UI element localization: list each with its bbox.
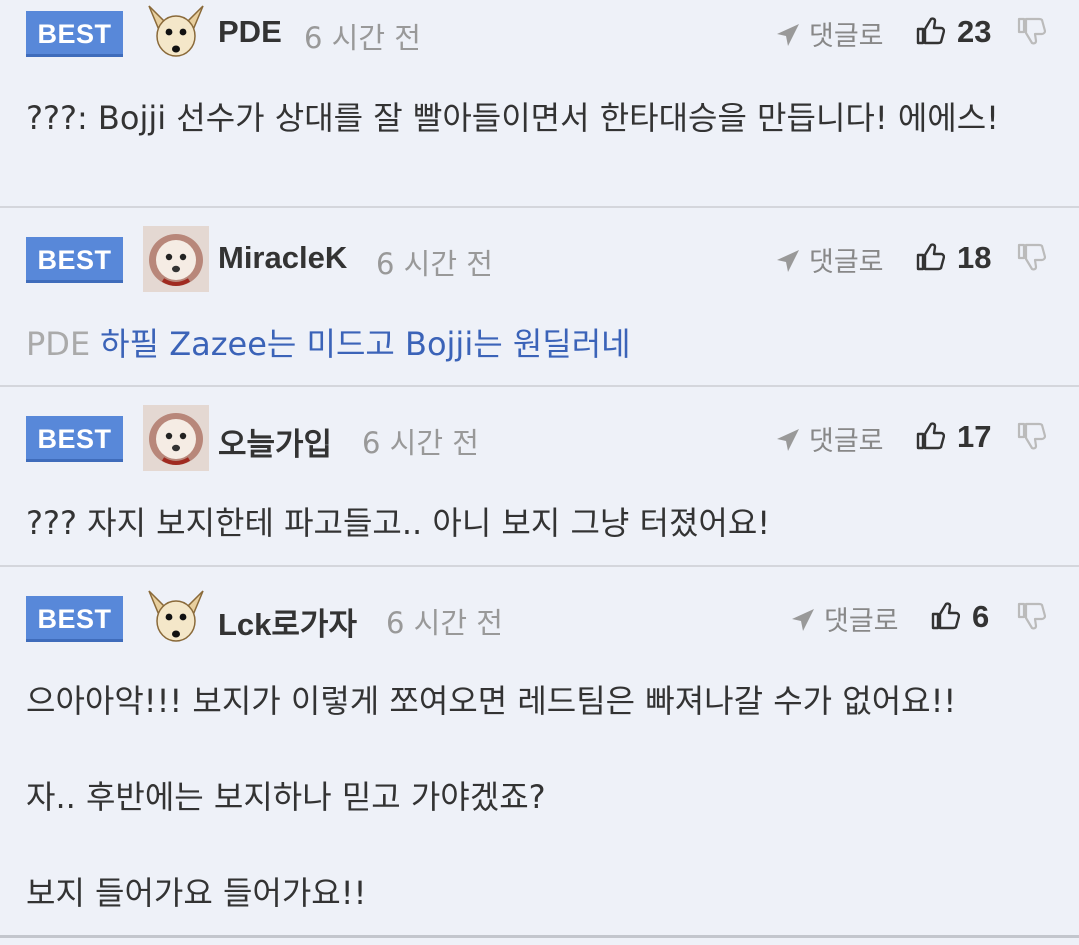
comment-list: BEST PDE 6 시간 전 댓글로 23 ???: Bojji 선수가 상대… — [0, 0, 1079, 938]
comment-line: 으아아악!!! 보지가 이렇게 쪼여오면 레드팀은 빠져나갈 수가 없어요!! — [26, 682, 957, 720]
chihuahua-avatar — [143, 0, 209, 66]
author-name[interactable]: MiracleK — [218, 240, 347, 276]
comment-time: 6 시간 전 — [304, 21, 421, 55]
comment-time: 6 시간 전 — [386, 606, 503, 640]
reply-button[interactable]: 댓글로 — [775, 419, 884, 458]
like-count: 6 — [972, 599, 990, 634]
best-badge: BEST — [26, 596, 123, 642]
comment-item: BEST MiracleK 6 시간 전 댓글로 18 PDE 하필 Zazee는… — [0, 208, 1079, 387]
dislike-button[interactable] — [1016, 242, 1046, 272]
best-badge: BEST — [26, 416, 123, 462]
chihuahua-avatar — [143, 585, 209, 651]
send-arrow-icon — [790, 607, 816, 633]
best-badge: BEST — [26, 11, 123, 57]
reply-label: 댓글로 — [809, 426, 884, 457]
comment-line: 자.. 후반에는 보지하나 믿고 가야겠죠? — [26, 778, 546, 816]
comment-text: 하필 Zazee는 미드고 Bojji는 원딜러네 — [100, 325, 631, 363]
comment-time: 6 시간 전 — [376, 247, 493, 281]
send-arrow-icon — [775, 427, 801, 453]
thumbs-up-icon — [930, 601, 960, 631]
comment-time: 6 시간 전 — [362, 426, 479, 460]
reply-button[interactable]: 댓글로 — [790, 599, 899, 638]
send-arrow-icon — [775, 22, 801, 48]
author-avatar[interactable] — [143, 585, 209, 651]
comment-body: 으아아악!!! 보지가 이렇게 쪼여오면 레드팀은 빠져나갈 수가 없어요!! … — [26, 677, 1039, 917]
author-name[interactable]: PDE — [218, 14, 282, 50]
author-name[interactable]: 오늘가입 — [218, 419, 332, 464]
comment-body: ??? 자지 보지한테 파고들고.. 아니 보지 그냥 터졌어요! — [26, 504, 771, 542]
reply-label: 댓글로 — [809, 247, 884, 278]
comment-item: BEST PDE 6 시간 전 댓글로 23 ???: Bojji 선수가 상대… — [0, 0, 1079, 208]
like-button[interactable]: 23 — [915, 14, 991, 50]
author-avatar[interactable] — [143, 0, 209, 66]
like-button[interactable]: 17 — [915, 419, 991, 455]
best-badge: BEST — [26, 237, 123, 283]
like-count: 18 — [957, 240, 992, 275]
like-count: 23 — [957, 14, 992, 49]
thumbs-up-icon — [915, 242, 945, 272]
like-button[interactable]: 6 — [930, 599, 989, 635]
comment-body: PDE 하필 Zazee는 미드고 Bojji는 원딜러네 — [26, 320, 1039, 368]
puppy-avatar — [143, 226, 209, 292]
comment-line: 보지 들어가요 들어가요!! — [26, 874, 367, 912]
thumbs-down-icon — [1016, 16, 1046, 46]
dislike-button[interactable] — [1016, 601, 1046, 631]
mention-tag[interactable]: PDE — [26, 325, 90, 363]
comment-item: BEST Lck로가자 6 시간 전 댓글로 6 으아아악!!! 보지가 이렇게… — [0, 567, 1079, 938]
reply-button[interactable]: 댓글로 — [775, 240, 884, 279]
dislike-button[interactable] — [1016, 16, 1046, 46]
dislike-button[interactable] — [1016, 421, 1046, 451]
thumbs-down-icon — [1016, 601, 1046, 631]
author-avatar[interactable] — [143, 226, 209, 292]
like-count: 17 — [957, 419, 992, 454]
comment-body: ???: Bojji 선수가 상대를 잘 빨아들이면서 한타대승을 만듭니다! … — [26, 99, 999, 137]
thumbs-up-icon — [915, 16, 945, 46]
puppy-avatar — [143, 405, 209, 471]
reply-label: 댓글로 — [824, 606, 899, 637]
thumbs-down-icon — [1016, 421, 1046, 451]
comment-item: BEST 오늘가입 6 시간 전 댓글로 17 ??? 자지 보지한테 파고들고… — [0, 387, 1079, 567]
like-button[interactable]: 18 — [915, 240, 991, 276]
reply-button[interactable]: 댓글로 — [775, 14, 884, 53]
reply-label: 댓글로 — [809, 21, 884, 52]
thumbs-up-icon — [915, 421, 945, 451]
send-arrow-icon — [775, 248, 801, 274]
author-name[interactable]: Lck로가자 — [218, 599, 357, 644]
thumbs-down-icon — [1016, 242, 1046, 272]
author-avatar[interactable] — [143, 405, 209, 471]
